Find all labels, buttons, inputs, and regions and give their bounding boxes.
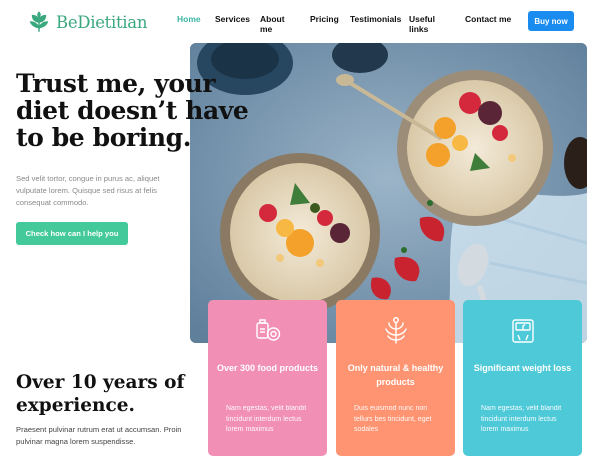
nav-about-me[interactable]: About me (260, 14, 285, 34)
nav-testimonials[interactable]: Testimonials (350, 14, 401, 24)
experience-title: Over 10 years of experience. (16, 372, 185, 416)
feature-card-natural-products[interactable]: Only natural & healthy products Duis eui… (336, 300, 455, 456)
card-text: Duis euismod nunc non tellurs bes tincid… (354, 405, 432, 433)
nav-pricing[interactable]: Pricing (310, 14, 339, 24)
brand-name: BeDietitian (56, 12, 148, 32)
nav-home[interactable]: Home (177, 14, 201, 24)
buy-now-button[interactable]: Buy now (528, 11, 574, 31)
feature-card-food-products[interactable]: Over 300 food products Nam egestas, veli… (208, 300, 327, 456)
nav-useful-links[interactable]: Useful links (409, 14, 435, 34)
card-title: Only natural & healthy products (347, 363, 444, 387)
check-help-button[interactable]: Check how can I help you (16, 222, 128, 245)
food-scale-icon (256, 319, 281, 341)
experience-text: Praesent pulvinar rutrum erat ut accumsa… (16, 425, 182, 446)
card-text: Nam egestas, velit blandit tincidunt int… (481, 405, 562, 433)
feature-card-weight-loss[interactable]: Significant weight loss Nam egestas, vel… (463, 300, 582, 456)
card-text: Nam egestas, velit blandit tincidunt int… (226, 405, 307, 433)
card-title: Over 300 food products (216, 363, 319, 373)
leaf-icon (385, 317, 407, 344)
brand-logo[interactable]: BeDietitian (28, 9, 147, 35)
card-title: Significant weight loss (473, 363, 572, 373)
hero-title: Trust me, your diet doesn’t have to be b… (16, 69, 249, 152)
nav-services[interactable]: Services (215, 14, 250, 24)
hero-subtitle: Sed velit tortor, congue in purus ac, al… (16, 174, 160, 207)
nav-contact-me[interactable]: Contact me (465, 14, 511, 24)
sprout-logo-icon (29, 11, 49, 32)
body-scale-icon (512, 319, 534, 343)
